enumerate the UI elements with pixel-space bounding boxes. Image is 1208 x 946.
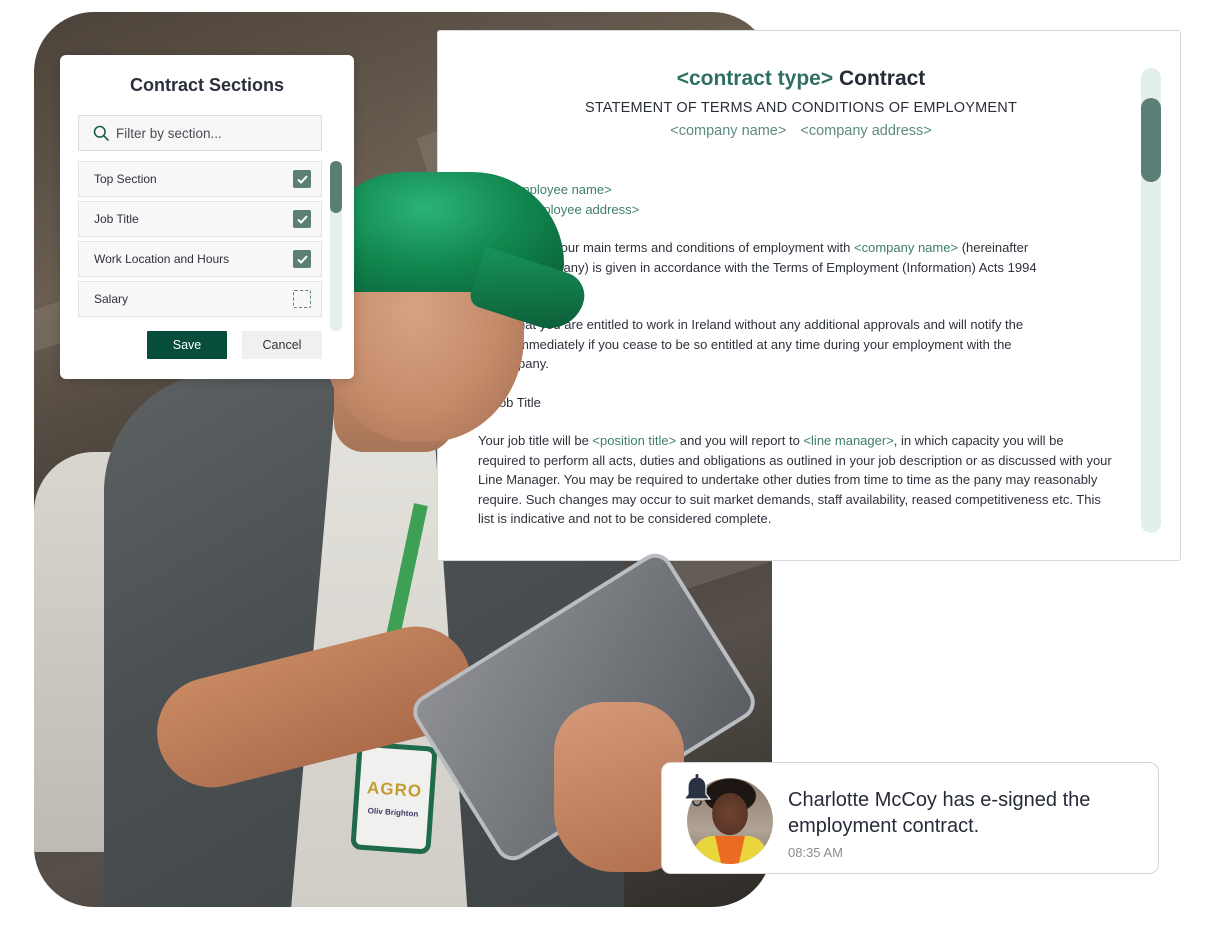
section-checkbox[interactable]	[293, 290, 311, 308]
scrollbar-thumb[interactable]	[1141, 98, 1161, 182]
paragraph-intro: ent of your main terms and conditions of…	[478, 238, 1114, 277]
text-run: mmediately if you cease to be so entitle…	[518, 336, 1012, 352]
check-icon	[296, 215, 308, 224]
company-name-placeholder: <company name>	[670, 123, 787, 139]
section-checkbox[interactable]	[293, 170, 311, 188]
section-list-scrollbar[interactable]	[330, 161, 342, 331]
section-checkbox[interactable]	[293, 250, 311, 268]
contract-document: <contract type> Contract STATEMENT OF TE…	[437, 30, 1181, 561]
line-manager-placeholder: <line manager>	[803, 433, 894, 448]
notification-message: Charlotte McCoy has e-signed the employm…	[788, 789, 1091, 837]
position-title-placeholder: <position title>	[592, 433, 677, 448]
badge-logo: AGRO	[366, 777, 423, 801]
document-title: <contract type> Contract	[438, 67, 1164, 91]
document-body: <employee name> s: <employee address> en…	[478, 180, 1114, 548]
company-name-placeholder: <company name>	[854, 240, 959, 255]
section-item-work-location[interactable]: Work Location and Hours	[78, 241, 322, 277]
text-run: e Company) is given in accordance with t…	[518, 259, 1037, 275]
esign-notification[interactable]: Charlotte McCoy has e-signed the employm…	[661, 762, 1159, 874]
title-text: Contract	[838, 67, 926, 90]
contract-sections-panel: Contract Sections Top Section Job Title …	[60, 55, 354, 379]
text-run: (hereinafter	[958, 240, 1029, 255]
section-list: Top Section Job Title Work Location and …	[78, 161, 322, 321]
section-checkbox[interactable]	[293, 210, 311, 228]
section-item-salary[interactable]: Salary	[78, 281, 322, 317]
section-filter-input[interactable]	[116, 125, 306, 141]
section-item-label: Salary	[94, 292, 129, 306]
section-item-label: Work Location and Hours	[94, 252, 230, 266]
section-item-label: Job Title	[94, 212, 139, 226]
contract-type-placeholder: <contract type>	[676, 67, 834, 90]
document-scrollbar[interactable]	[1141, 68, 1161, 533]
text-run: and you will report to	[676, 433, 804, 448]
cancel-button[interactable]: Cancel	[242, 331, 322, 359]
text-run: hat you are entitled to work in Ireland …	[518, 317, 1024, 332]
paragraph-job-title: Your job title will be <position title> …	[478, 431, 1114, 529]
text-run: Your job title will be	[478, 433, 593, 448]
badge-name: Oliv Brighton	[367, 805, 419, 819]
section-heading-job-title: 1. Job Title	[478, 394, 541, 410]
id-badge: AGRO Oliv Brighton	[350, 741, 438, 855]
text-run: pany.	[518, 356, 549, 371]
check-icon	[296, 175, 308, 184]
panel-title: Contract Sections	[129, 75, 285, 95]
employee-address-label: s:	[504, 201, 515, 217]
bell-icon	[682, 774, 712, 807]
section-filter[interactable]	[78, 115, 322, 151]
company-line: <company name> <company address>	[438, 123, 1164, 139]
section-item-top-section[interactable]: Top Section	[78, 161, 322, 197]
employee-name-placeholder: <employee name>	[504, 182, 612, 197]
text-run: ent of your main terms and conditions of…	[518, 240, 854, 255]
document-subtitle: STATEMENT OF TERMS AND CONDITIONS OF EMP…	[584, 100, 1018, 116]
save-button[interactable]: Save	[147, 331, 227, 359]
scrollbar-thumb[interactable]	[330, 161, 342, 213]
search-icon	[93, 125, 109, 141]
employee-address-placeholder: <employee address>	[517, 201, 640, 217]
section-item-label: Top Section	[94, 172, 157, 186]
section-item-job-title[interactable]: Job Title	[78, 201, 322, 237]
paragraph-eligibility: hat you are entitled to work in Ireland …	[478, 315, 1114, 374]
notification-time: 08:35 AM	[788, 845, 843, 860]
check-icon	[296, 255, 308, 264]
company-address-placeholder: <company address>	[800, 123, 932, 139]
